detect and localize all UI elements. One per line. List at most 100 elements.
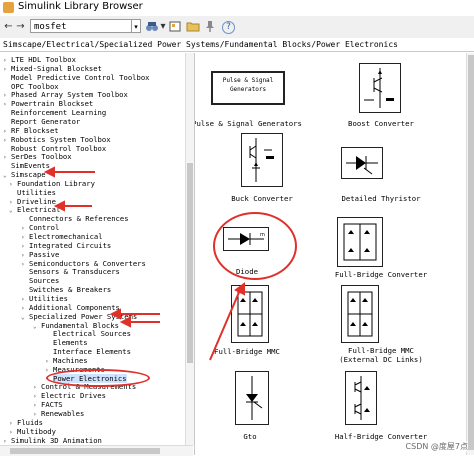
- block-label: Boost Converter: [348, 119, 414, 128]
- block-pulse-signal-generators[interactable]: Pulse & Signal Generators Pulse & Signal…: [195, 57, 333, 130]
- search-input[interactable]: mosfet: [30, 19, 132, 33]
- tree-item-label: Additional Components: [29, 302, 120, 312]
- tree-item-label: Interface Elements: [53, 347, 131, 357]
- tree-item-label: Foundation Library: [17, 178, 95, 188]
- block-label: Buck Converter: [231, 194, 293, 203]
- tree-item[interactable]: ⌄ Fundamental Blocks: [33, 321, 119, 330]
- tree-item[interactable]: Model Predictive Control Toolbox: [3, 73, 149, 82]
- thyristor-icon: [341, 147, 383, 179]
- tree-item[interactable]: › Powertrain Blockset: [3, 99, 93, 108]
- block-detailed-thyristor[interactable]: Detailed Thyristor: [329, 133, 461, 206]
- tree-item[interactable]: Report Generator: [3, 117, 80, 126]
- tree-item-label: Driveline: [17, 196, 56, 206]
- block-full-bridge-converter[interactable]: Full-Bridge Converter: [329, 209, 461, 282]
- tree-item[interactable]: › Machines: [45, 356, 88, 365]
- new-model-icon[interactable]: [168, 19, 182, 34]
- tree-item[interactable]: › Multibody: [9, 427, 56, 436]
- block-full-bridge-mmc[interactable]: Full-Bridge MMC: [201, 285, 333, 358]
- search-options-dropdown[interactable]: ▾: [159, 19, 167, 34]
- gto-icon: [235, 371, 269, 425]
- search-history-dropdown[interactable]: ▾: [132, 19, 141, 33]
- back-button[interactable]: ←: [3, 19, 14, 34]
- tree-item[interactable]: › Renewables: [33, 409, 84, 418]
- tree-item[interactable]: SimEvents: [3, 161, 50, 170]
- block-buck-converter[interactable]: Buck Converter: [201, 133, 333, 206]
- tree-item-label: Control: [29, 223, 60, 233]
- chevron-down-icon[interactable]: ⌄: [21, 313, 29, 322]
- svg-text:m: m: [260, 232, 265, 238]
- tree-horizontal-scrollbar[interactable]: [0, 445, 193, 456]
- tree-item[interactable]: Sources: [21, 276, 59, 285]
- scroll-thumb[interactable]: [468, 55, 474, 450]
- tree-item[interactable]: › Robotics System Toolbox: [3, 135, 111, 144]
- tree-item[interactable]: › Phased Array System Toolbox: [3, 90, 128, 99]
- pulse-signal-generators-icon-text: Pulse & Signal Generators: [213, 76, 283, 94]
- block-diode[interactable]: m Diode: [201, 209, 333, 282]
- tree-item[interactable]: › Simulink 3D Animation: [3, 436, 102, 445]
- tree-item-label: RF Blockset: [11, 125, 59, 135]
- block-full-bridge-mmc-external[interactable]: Full-Bridge MMC (External DC Links): [329, 285, 461, 364]
- tree-item[interactable]: › SerDes Toolbox: [3, 152, 72, 161]
- tree-item[interactable]: Power Electronics: [45, 373, 127, 383]
- tree-item[interactable]: Connectors & References: [21, 214, 129, 223]
- tree-item[interactable]: › LTE HDL Toolbox: [3, 55, 76, 64]
- help-button[interactable]: ?: [222, 21, 235, 34]
- tree-item[interactable]: › Semiconductors & Converters: [21, 259, 146, 268]
- tree-item[interactable]: › Foundation Library: [9, 179, 95, 188]
- tree-item-label: Electric Drives: [41, 391, 106, 401]
- folder-icon[interactable]: [186, 19, 200, 34]
- tree-item[interactable]: › Control: [21, 223, 59, 232]
- tree-item[interactable]: Reinforcement Learning: [3, 108, 106, 117]
- tree-item[interactable]: › FACTS: [33, 400, 63, 409]
- tree-item-label: LTE HDL Toolbox: [11, 55, 76, 64]
- tree-item-label: Machines: [53, 355, 88, 365]
- tree-item[interactable]: Robust Control Toolbox: [3, 144, 106, 153]
- tree-item[interactable]: › Measurements: [45, 365, 105, 374]
- tree-item[interactable]: ⌄ Electrical: [9, 205, 60, 214]
- title-bar: Simulink Library Browser: [0, 0, 474, 17]
- simulink-app-icon: [3, 2, 14, 13]
- gallery-vertical-scrollbar[interactable]: [466, 53, 474, 455]
- tree-item[interactable]: › Integrated Circuits: [21, 241, 111, 250]
- scroll-thumb[interactable]: [10, 448, 160, 454]
- tree-item[interactable]: › Electric Drives: [33, 391, 106, 400]
- library-tree: › LTE HDL Toolbox › Mixed-Signal Blockset Mo…: [0, 53, 185, 445]
- tree-item-label: Semiconductors & Converters: [29, 258, 146, 268]
- tree-vertical-scrollbar[interactable]: [185, 53, 194, 445]
- block-boost-converter[interactable]: Boost Converter: [329, 57, 461, 130]
- binoculars-icon[interactable]: [145, 19, 159, 34]
- tree-item[interactable]: › Passive: [21, 250, 59, 259]
- block-label: Full-Bridge MMC: [214, 347, 280, 356]
- tree-item[interactable]: OPC Toolbox: [3, 82, 59, 91]
- block-label: Full-Bridge MMC (External DC Links): [339, 346, 423, 364]
- tree-item[interactable]: Elements: [45, 338, 88, 347]
- half-bridge-converter-icon: [345, 371, 377, 425]
- tree-item[interactable]: › Mixed-Signal Blockset: [3, 64, 102, 73]
- tree-item[interactable]: › Fluids: [9, 418, 43, 427]
- forward-button[interactable]: →: [15, 19, 26, 34]
- tree-item[interactable]: › Additional Components: [21, 303, 120, 312]
- tree-item[interactable]: Utilities: [9, 188, 56, 197]
- scroll-thumb[interactable]: [187, 163, 193, 363]
- tree-item[interactable]: › RF Blockset: [3, 126, 59, 135]
- pin-icon[interactable]: [204, 19, 216, 34]
- tree-item[interactable]: ⌄ Specialized Power Systems: [21, 312, 137, 321]
- tree-item-label: Connectors & References: [29, 214, 129, 224]
- block-half-bridge-converter[interactable]: Half-Bridge Converter: [329, 365, 461, 441]
- tree-item-label: Measurements: [53, 364, 105, 374]
- tree-item[interactable]: ⌄ Simscape: [3, 170, 46, 179]
- tree-item-label: Electrical Sources: [53, 329, 131, 339]
- tree-item[interactable]: › Control & Measurements: [33, 382, 136, 391]
- chevron-down-icon[interactable]: ⌄: [33, 322, 41, 331]
- tree-item[interactable]: Interface Elements: [45, 347, 131, 356]
- full-bridge-mmc-icon: [231, 285, 269, 343]
- block-gto[interactable]: Gto: [201, 365, 333, 441]
- boost-converter-icon: [359, 63, 401, 113]
- tree-item[interactable]: Electrical Sources: [45, 329, 131, 338]
- tree-item[interactable]: › Driveline: [9, 197, 56, 206]
- tree-item[interactable]: › Electromechanical: [21, 232, 103, 241]
- tree-item[interactable]: Sensors & Transducers: [21, 267, 120, 276]
- tree-item[interactable]: › Utilities: [21, 294, 68, 303]
- tree-item[interactable]: Switches & Breakers: [21, 285, 111, 294]
- chevron-down-icon[interactable]: ⌄: [9, 206, 17, 215]
